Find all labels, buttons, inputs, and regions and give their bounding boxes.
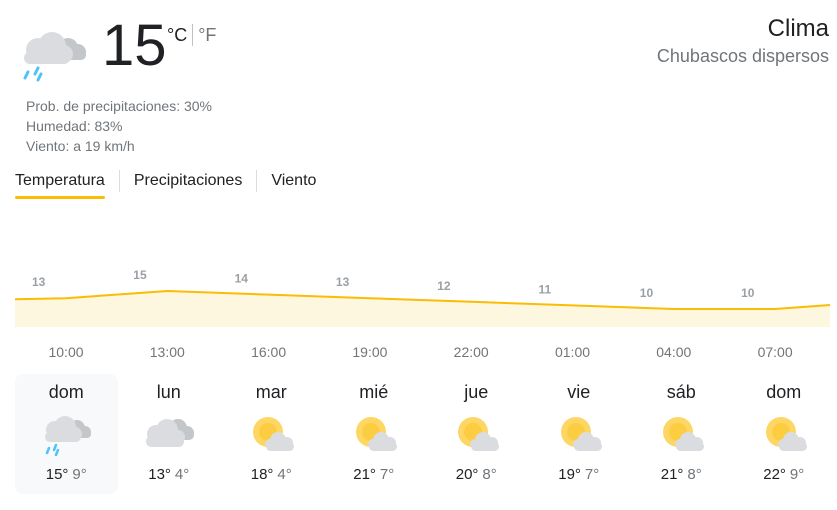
day-low: 8°	[687, 466, 702, 483]
tab-divider	[118, 169, 120, 192]
unit-toggle: °C °F	[167, 24, 216, 46]
day-card[interactable]: dom 22° 9°	[733, 374, 836, 494]
temperature-label: 10	[640, 286, 654, 300]
day-high: 20°	[455, 466, 479, 483]
temperature-label: 12	[437, 279, 451, 293]
day-temperatures: 21° 8°	[630, 466, 733, 483]
hour-axis: 10:00 13:00 16:00 19:00 22:00 01:00 04:00 07:00	[0, 344, 837, 364]
day-card[interactable]: jue 20° 8°	[425, 374, 528, 494]
day-high: 19°	[558, 466, 581, 483]
hour-label: 16:00	[251, 344, 287, 360]
celsius-button[interactable]: °C	[167, 25, 187, 46]
rain-cloud-icon	[37, 410, 95, 457]
partly-cloudy-icon	[755, 410, 813, 456]
hour-label: 04:00	[656, 344, 692, 360]
temperature-chart: 13 15 14 13 12 11 10 10	[14, 268, 831, 327]
weather-details: Prob. de precipitaciones: 30% Humedad: 8…	[26, 96, 212, 156]
tab-divider	[256, 169, 258, 192]
day-high: 22°	[763, 466, 786, 483]
temperature-label: 15	[133, 268, 147, 282]
day-name: sáb	[666, 382, 696, 402]
daily-forecast: dom 15° 9° lun 13° 4° mar 18° 4° mié 21° 7° jue 20° 8°…	[15, 374, 835, 494]
day-low: 8°	[482, 466, 497, 483]
day-card[interactable]: mié 21° 7°	[323, 374, 426, 494]
day-high: 18°	[250, 466, 274, 483]
precipitation-text: Prob. de precipitaciones: 30%	[26, 98, 212, 114]
cloud-icon	[140, 410, 198, 456]
day-temperatures: 22° 9°	[733, 466, 836, 483]
day-high: 15°	[45, 466, 69, 483]
day-name: mar	[255, 382, 287, 402]
current-temperature: 15	[102, 13, 167, 78]
day-temperatures: 21° 7°	[323, 466, 426, 483]
day-name: lun	[156, 382, 181, 402]
hour-label: 22:00	[453, 344, 489, 360]
day-high: 21°	[353, 466, 376, 483]
hour-label: 19:00	[352, 344, 388, 360]
partly-cloudy-icon	[242, 410, 300, 456]
tab-temperatura[interactable]: Temperatura	[15, 168, 105, 199]
day-high: 21°	[660, 466, 684, 483]
hour-label: 10:00	[48, 344, 84, 360]
partly-cloudy-icon	[652, 410, 710, 456]
day-low: 4°	[174, 466, 190, 483]
tab-viento[interactable]: Viento	[271, 168, 316, 199]
day-name: jue	[464, 382, 489, 402]
day-name: vie	[567, 382, 591, 402]
unit-divider	[192, 24, 194, 46]
temperature-label: 10	[741, 286, 755, 300]
temperature-label: 13	[32, 275, 46, 289]
tab-bar: Temperatura Precipitaciones Viento	[15, 168, 316, 199]
tab-precipitaciones[interactable]: Precipitaciones	[134, 168, 243, 199]
hour-label: 07:00	[757, 344, 793, 360]
fahrenheit-button[interactable]: °F	[198, 25, 216, 46]
weather-title: Clima	[767, 15, 829, 42]
weather-condition: Chubascos dispersos	[656, 46, 829, 66]
humidity-text: Humedad: 83%	[26, 118, 123, 134]
day-name: dom	[766, 382, 802, 402]
day-low: 7°	[379, 466, 395, 483]
temperature-label: 11	[539, 282, 552, 296]
temperature-label: 13	[336, 275, 350, 289]
day-card[interactable]: mar 18° 4°	[220, 374, 323, 494]
partly-cloudy-icon	[550, 410, 608, 456]
day-card[interactable]: lun 13° 4°	[118, 374, 221, 494]
rain-cloud-icon	[16, 22, 90, 82]
day-temperatures: 13° 4°	[118, 466, 221, 483]
day-temperatures: 15° 9°	[15, 466, 118, 483]
day-low: 7°	[584, 466, 600, 483]
hour-label: 13:00	[149, 344, 185, 360]
day-card[interactable]: dom 15° 9°	[15, 374, 118, 494]
day-card[interactable]: sáb 21° 8°	[630, 374, 733, 494]
day-low: 9°	[789, 466, 805, 483]
hour-label: 01:00	[554, 344, 591, 360]
weather-header: Clima Chubascos dispersos	[657, 14, 829, 68]
day-temperatures: 19° 7°	[528, 466, 631, 483]
day-high: 13°	[148, 466, 171, 483]
day-name: mié	[359, 382, 389, 402]
wind-text: Viento: a 19 km/h	[26, 138, 135, 154]
day-temperatures: 18° 4°	[220, 466, 323, 483]
day-card[interactable]: vie 19° 7°	[528, 374, 631, 494]
temperature-label: 14	[235, 272, 249, 286]
day-name: dom	[48, 382, 84, 402]
day-temperatures: 20° 8°	[425, 466, 528, 483]
partly-cloudy-icon	[447, 410, 505, 456]
day-low: 9°	[72, 466, 87, 483]
day-low: 4°	[277, 466, 292, 483]
partly-cloudy-icon	[345, 410, 403, 456]
